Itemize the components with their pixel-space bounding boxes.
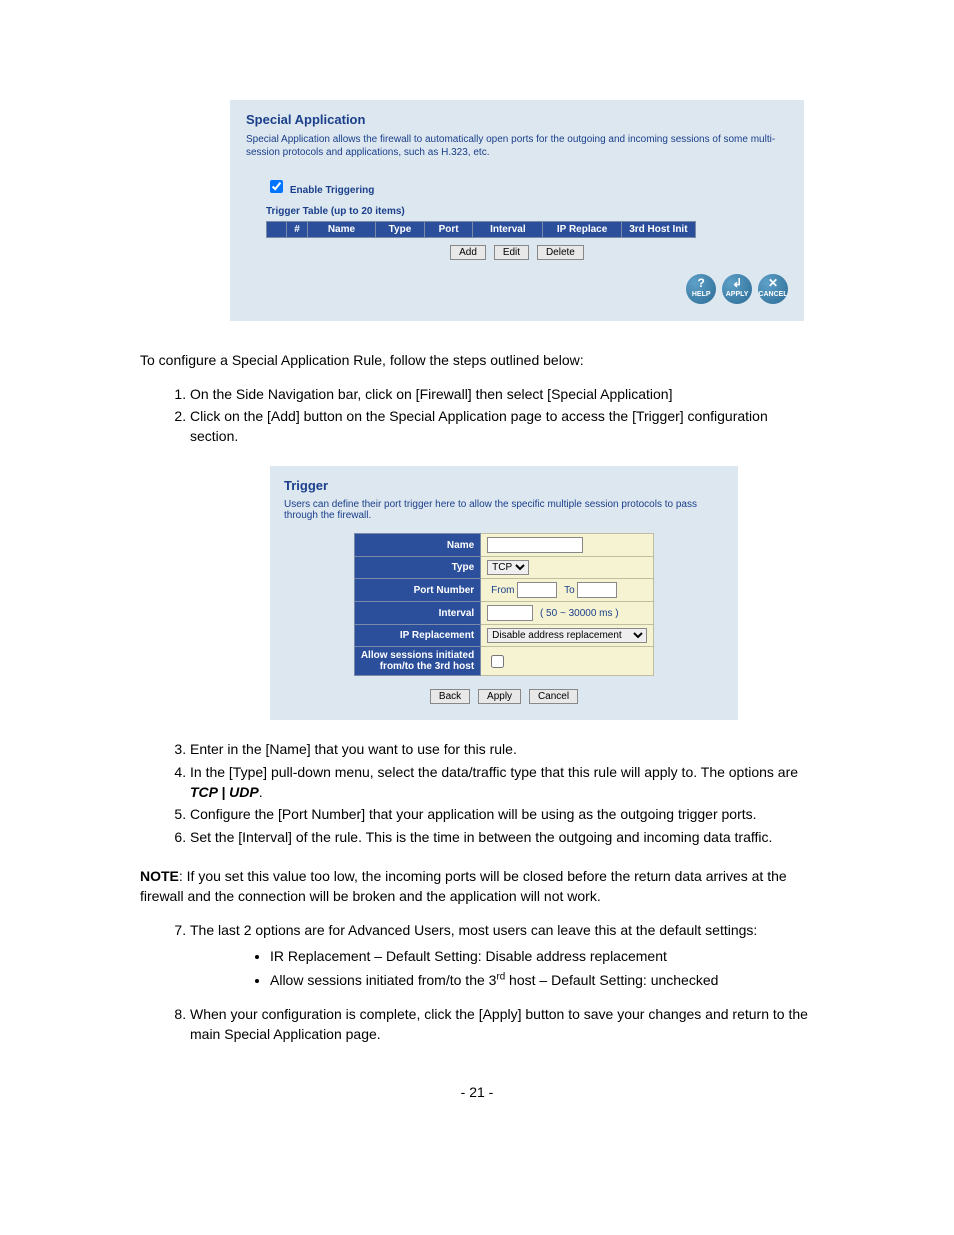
- label-allow-sessions: Allow sessions initiated from/to the 3rd…: [354, 647, 480, 676]
- step-5: Configure the [Port Number] that your ap…: [190, 805, 814, 825]
- label-port: Port Number: [354, 579, 480, 602]
- trigger-table-caption: Trigger Table (up to 20 items): [266, 206, 788, 217]
- col-ipreplace: IP Replace: [543, 222, 621, 238]
- interval-hint: ( 50 ~ 30000 ms ): [540, 608, 619, 619]
- col-type: Type: [375, 222, 424, 238]
- trigger-form-table: Name Type TCP Port Number From To: [354, 533, 654, 676]
- port-to-input[interactable]: [577, 582, 617, 598]
- step-1: On the Side Navigation bar, click on [Fi…: [190, 385, 814, 405]
- trigger-panel: Trigger Users can define their port trig…: [270, 466, 738, 720]
- bullet-ir-replacement: IR Replacement – Default Setting: Disabl…: [270, 946, 814, 967]
- trigger-title: Trigger: [284, 478, 724, 493]
- edit-button[interactable]: Edit: [494, 245, 529, 260]
- apply-button[interactable]: Apply: [478, 689, 521, 704]
- port-to-label: To: [564, 585, 575, 596]
- ipreplacement-select[interactable]: Disable address replacement: [487, 628, 647, 643]
- step-7: The last 2 options are for Advanced User…: [190, 921, 814, 992]
- step-8: When your configuration is complete, cli…: [190, 1005, 814, 1044]
- port-from-input[interactable]: [517, 582, 557, 598]
- label-name: Name: [354, 534, 480, 557]
- label-type: Type: [354, 557, 480, 579]
- bullet-allow-sessions: Allow sessions initiated from/to the 3rd…: [270, 970, 814, 991]
- name-input[interactable]: [487, 537, 583, 553]
- panel-description: Special Application allows the firewall …: [246, 133, 788, 159]
- step-3: Enter in the [Name] that you want to use…: [190, 740, 814, 760]
- col-name: Name: [307, 222, 375, 238]
- back-button[interactable]: Back: [430, 689, 470, 704]
- special-application-panel: Special Application Special Application …: [230, 100, 804, 321]
- delete-button[interactable]: Delete: [537, 245, 584, 260]
- add-button[interactable]: Add: [450, 245, 486, 260]
- apply-icon: ↲: [722, 277, 752, 289]
- enable-triggering-label: Enable Triggering: [290, 185, 374, 196]
- col-3rdhost: 3rd Host Init: [621, 222, 695, 238]
- help-icon: ?: [686, 277, 716, 289]
- col-num: #: [287, 222, 308, 238]
- label-ipreplacement: IP Replacement: [354, 625, 480, 647]
- interval-input[interactable]: [487, 605, 533, 621]
- cancel-button[interactable]: Cancel: [529, 689, 578, 704]
- step-2: Click on the [Add] button on the Special…: [190, 407, 814, 446]
- trigger-description: Users can define their port trigger here…: [284, 499, 724, 521]
- port-from-label: From: [491, 585, 514, 596]
- panel-title: Special Application: [246, 112, 788, 127]
- cancel-round-button[interactable]: ✕CANCEL: [758, 274, 788, 304]
- col-interval: Interval: [473, 222, 543, 238]
- page-number: - 21 -: [140, 1084, 814, 1100]
- step-4: In the [Type] pull-down menu, select the…: [190, 763, 814, 802]
- step-6: Set the [Interval] of the rule. This is …: [190, 828, 814, 848]
- allow-sessions-checkbox[interactable]: [491, 655, 504, 668]
- col-port: Port: [424, 222, 472, 238]
- cancel-icon: ✕: [758, 277, 788, 289]
- help-button[interactable]: ?HELP: [686, 274, 716, 304]
- enable-triggering-checkbox[interactable]: [270, 180, 283, 193]
- trigger-table: # Name Type Port Interval IP Replace 3rd…: [266, 221, 696, 238]
- intro-text: To configure a Special Application Rule,…: [140, 351, 814, 371]
- label-interval: Interval: [354, 602, 480, 625]
- note-paragraph: NOTE: If you set this value too low, the…: [140, 867, 814, 906]
- col-blank: [267, 222, 287, 238]
- type-select[interactable]: TCP: [487, 560, 529, 575]
- apply-round-button[interactable]: ↲APPLY: [722, 274, 752, 304]
